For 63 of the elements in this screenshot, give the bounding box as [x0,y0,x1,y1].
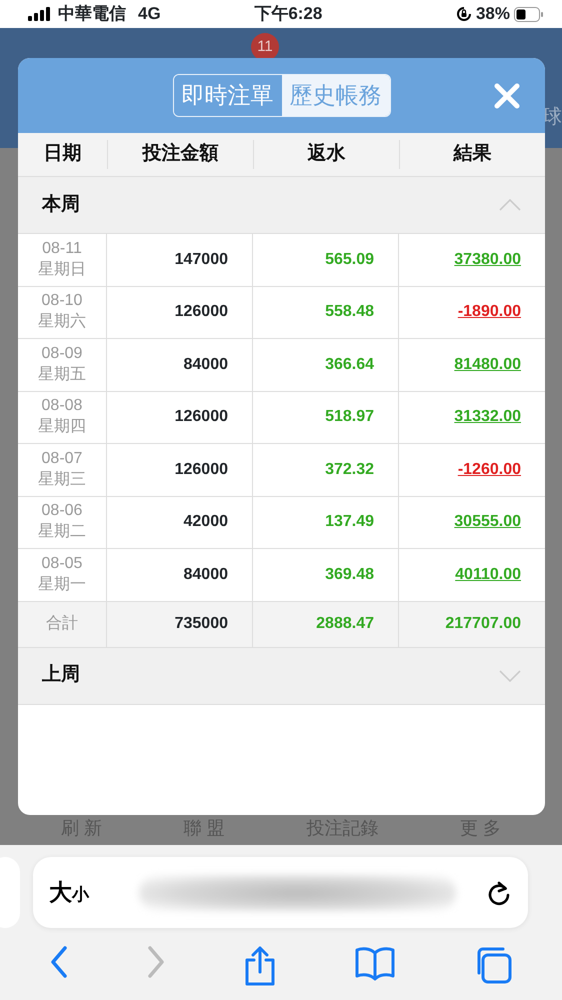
date-text: 08-07 [42,448,82,469]
total-amount: 735000 [107,602,253,646]
result-link[interactable]: -1890.00 [458,300,521,324]
weekday-text: 星期五 [38,364,86,385]
weekday-text: 星期三 [38,470,86,490]
section-title: 本周 [42,192,80,217]
result-link[interactable]: 37380.00 [454,248,521,272]
reload-icon[interactable] [486,878,512,906]
column-header: 返水 [253,140,399,169]
battery-percent: 38% [476,3,510,26]
rebate-cell: 558.48 [253,286,399,338]
rebate-cell: 518.97 [253,392,399,443]
clock-time: 下午6:28 [254,3,322,26]
amount-cell: 126000 [107,286,253,338]
rebate-cell: 565.09 [253,234,399,286]
result-link[interactable]: 81480.00 [454,352,521,377]
section-title: 上周 [42,663,80,688]
chevron-up-icon [499,199,521,211]
date-text: 08-10 [42,291,82,312]
date-text: 08-06 [42,501,82,522]
share-icon[interactable] [242,945,277,987]
weekday-text: 星期一 [38,574,86,595]
section-header[interactable]: 本周 [18,177,545,234]
rebate-cell: 137.49 [253,496,399,548]
amount-cell: 126000 [107,444,253,496]
column-header: 日期 [42,142,82,166]
result-link[interactable]: -1260.00 [458,458,521,482]
total-result: 217707.00 [444,614,522,634]
weekday-text: 星期二 [38,522,86,542]
amount-cell: 84000 [107,549,253,600]
total-label: 合計 [18,602,107,646]
back-icon[interactable] [48,945,69,979]
carrier-name: 中華電信 [58,3,126,26]
section-header[interactable]: 上周 [18,648,545,704]
text-size-button[interactable]: 大小 [49,875,89,910]
rebate-cell: 372.32 [253,444,399,496]
weekday-text: 星期六 [38,312,86,332]
rebate-cell: 366.64 [253,339,399,390]
date-text: 08-11 [42,238,82,259]
column-header: 結果 [399,140,545,169]
address-bar[interactable]: 大小 [33,857,528,928]
result-link[interactable]: 30555.00 [454,510,521,534]
close-button[interactable] [493,82,521,110]
battery-icon [514,6,544,22]
chevron-down-icon [499,670,521,682]
amount-cell: 147000 [107,234,253,286]
date-text: 08-09 [42,344,82,364]
amount-cell: 84000 [107,339,253,390]
book-icon[interactable] [354,945,396,981]
total-rebate: 2888.47 [253,602,399,646]
rotation-lock-icon [456,6,472,22]
column-header: 投注金額 [107,140,253,169]
weekday-text: 星期四 [38,417,86,438]
network-type: 4G [138,3,161,26]
result-link[interactable]: 31332.00 [454,405,521,430]
date-text: 08-05 [42,554,82,574]
weekday-text: 星期日 [38,260,86,280]
result-link[interactable]: 40110.00 [455,562,521,587]
amount-cell: 42000 [107,496,253,548]
segment-tab[interactable]: 歷史帳務 [282,74,390,116]
amount-cell: 126000 [107,392,253,443]
date-text: 08-08 [42,396,82,416]
rebate-cell: 369.48 [253,549,399,600]
